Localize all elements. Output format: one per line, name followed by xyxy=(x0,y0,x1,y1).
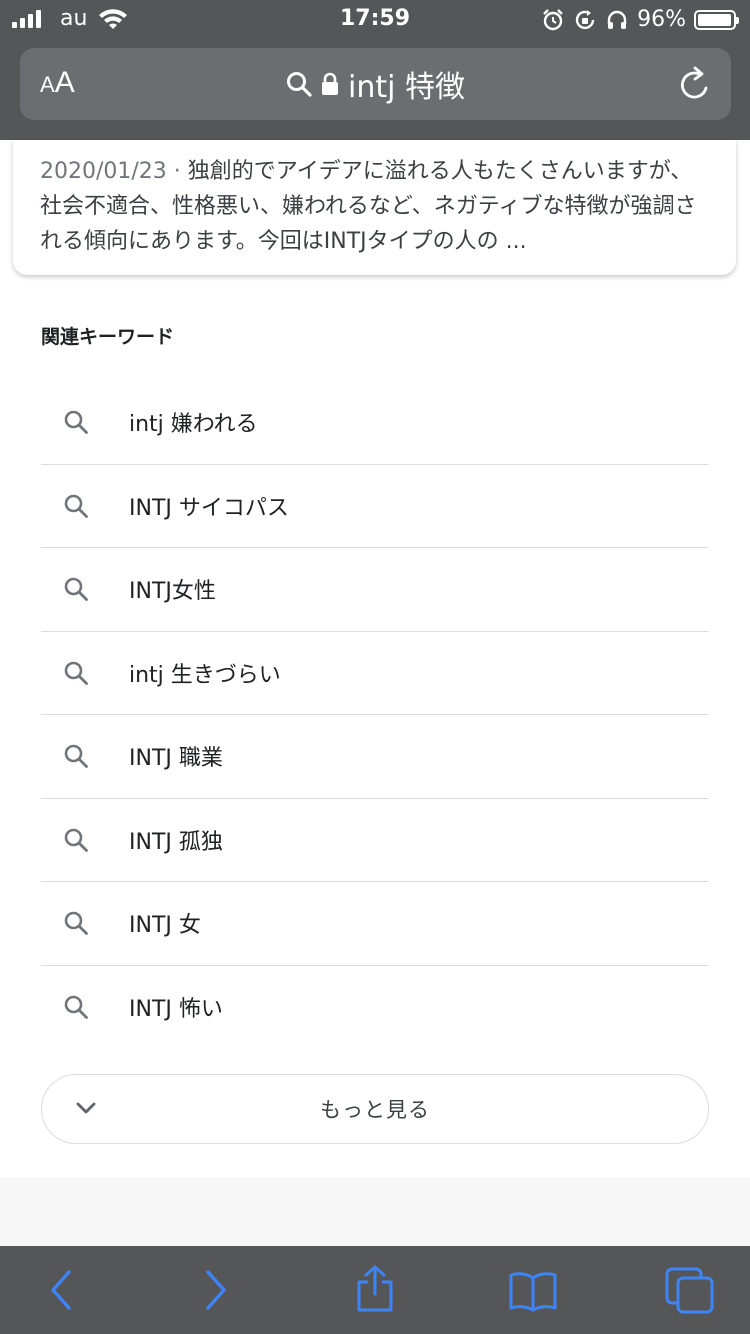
related-keyword-text: INTJ 怖い xyxy=(129,997,223,1023)
related-keywords-list: intj 嫌われる INTJ サイコパス INTJ女性 intj 生きづらい I… xyxy=(41,381,709,1049)
address-bar[interactable]: AA intj 特徴 xyxy=(20,48,731,120)
related-keyword-text: INTJ 女 xyxy=(129,913,201,939)
show-more-button[interactable]: もっと見る xyxy=(41,1074,709,1144)
related-keyword-item[interactable]: INTJ 職業 xyxy=(41,715,709,799)
search-icon xyxy=(64,911,88,936)
related-keyword-text: INTJ サイコパス xyxy=(129,495,289,521)
result-snippet: 2020/01/23 · 独創的でアイデアに溢れる人もたくさんいますが、社会不適… xyxy=(40,154,714,259)
tabs-icon[interactable] xyxy=(664,1266,716,1314)
battery-level xyxy=(698,13,731,26)
search-icon xyxy=(64,995,88,1020)
related-keyword-item[interactable]: intj 生きづらい xyxy=(41,632,709,715)
status-bar: au 17:59 96% xyxy=(0,0,750,40)
related-keyword-text: INTJ 職業 xyxy=(129,746,223,772)
search-icon xyxy=(64,494,88,518)
status-right-group: 96% xyxy=(541,7,739,32)
related-keyword-item[interactable]: INTJ 怖い xyxy=(41,966,709,1050)
related-keyword-text: INTJ 孤独 xyxy=(129,829,223,855)
search-icon xyxy=(64,577,88,602)
reload-icon[interactable] xyxy=(679,66,713,102)
browser-top-chrome: au 17:59 96% AA intj 特徴 xyxy=(0,0,750,140)
forward-icon[interactable] xyxy=(199,1268,233,1312)
related-keyword-item[interactable]: INTJ 女 xyxy=(41,882,709,966)
share-icon[interactable] xyxy=(354,1264,396,1314)
back-icon[interactable] xyxy=(44,1268,78,1312)
battery-icon xyxy=(694,9,739,30)
search-icon xyxy=(64,828,88,852)
related-keyword-item[interactable]: INTJ サイコパス xyxy=(41,465,709,548)
related-keywords-heading: 関連キーワード xyxy=(41,326,175,348)
search-icon xyxy=(64,744,88,769)
result-date: 2020/01/23 xyxy=(40,159,167,184)
bookmarks-icon[interactable] xyxy=(508,1270,558,1312)
address-field[interactable]: intj 特徴 xyxy=(20,48,731,120)
search-result-card[interactable]: 2020/01/23 · 独創的でアイデアに溢れる人もたくさんいますが、社会不適… xyxy=(13,140,736,275)
search-icon xyxy=(287,72,312,97)
related-keyword-item[interactable]: intj 嫌われる xyxy=(41,381,709,465)
show-more-label: もっと見る xyxy=(320,1098,430,1122)
search-icon xyxy=(64,661,88,685)
browser-bottom-toolbar xyxy=(0,1246,750,1334)
related-keyword-text: intj 生きづらい xyxy=(129,662,281,688)
rotation-lock-icon xyxy=(575,9,595,29)
chevron-down-icon xyxy=(76,1102,96,1114)
result-separator: · xyxy=(166,159,188,184)
battery-percent: 96% xyxy=(637,7,686,32)
search-icon xyxy=(64,410,88,435)
headphones-icon xyxy=(607,10,627,29)
related-keyword-item[interactable]: INTJ女性 xyxy=(41,548,709,632)
lock-icon xyxy=(322,72,338,95)
related-keyword-item[interactable]: INTJ 孤独 xyxy=(41,799,709,882)
alarm-icon xyxy=(543,8,563,30)
page-footer-area xyxy=(0,1177,750,1246)
related-keyword-text: INTJ女性 xyxy=(129,579,216,605)
address-text: intj 特徴 xyxy=(348,70,465,105)
related-keyword-text: intj 嫌われる xyxy=(129,412,258,438)
